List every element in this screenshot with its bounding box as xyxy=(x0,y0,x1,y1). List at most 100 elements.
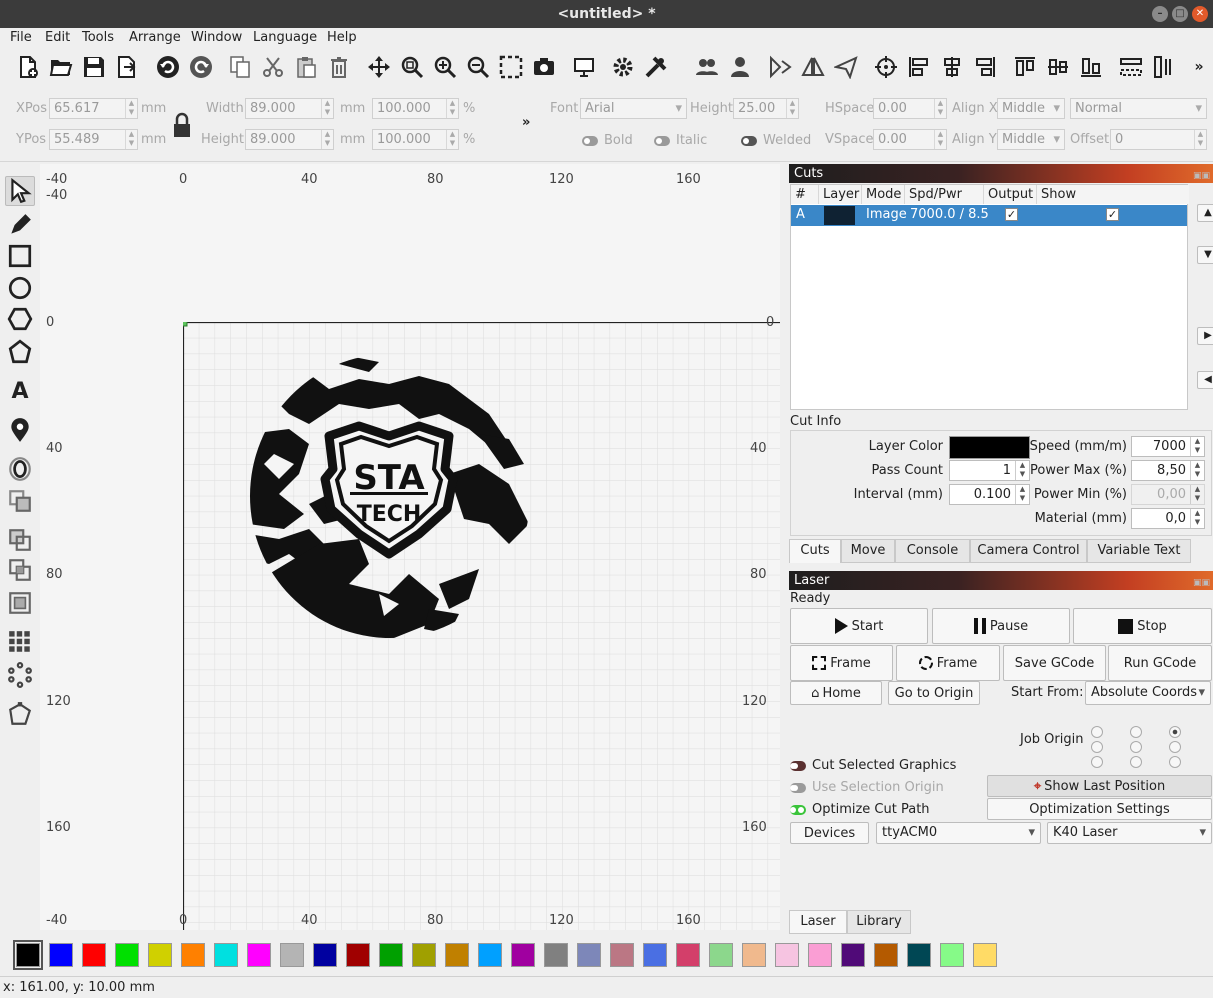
show-checkbox[interactable]: ✓ xyxy=(1106,208,1119,221)
frame-selection-icon[interactable] xyxy=(497,53,525,81)
offset-tool-icon[interactable] xyxy=(5,454,35,484)
col-header[interactable]: Output xyxy=(984,185,1037,204)
device-select[interactable]: K40 Laser xyxy=(1047,822,1212,844)
interval-field[interactable]: 0.100 ▲ ▼ xyxy=(949,484,1030,505)
dock-controls-icon[interactable]: ▣▣ xyxy=(1193,167,1210,186)
lock-ratio-icon[interactable] xyxy=(172,112,192,142)
power-max-field[interactable]: 8,50 ▲ ▼ xyxy=(1131,460,1205,481)
mirror-horizontal-icon[interactable] xyxy=(766,53,794,81)
palette-swatch[interactable] xyxy=(841,943,865,967)
maximize-icon[interactable]: □ xyxy=(1172,6,1188,22)
layer-color-button[interactable] xyxy=(949,436,1030,459)
alignx-select[interactable]: Middle xyxy=(997,98,1065,119)
bold-toggle[interactable] xyxy=(582,136,598,146)
optimization-settings-button[interactable]: Optimization Settings xyxy=(987,798,1212,820)
cut-icon[interactable] xyxy=(259,53,287,81)
table-row[interactable]: A Image 7000.0 / 8.5 ✓ ✓ xyxy=(791,205,1187,226)
monitor-icon[interactable] xyxy=(570,53,598,81)
offset-field[interactable]: 0 ▲ ▼ xyxy=(1110,129,1207,150)
go-to-origin-button[interactable]: Go to Origin xyxy=(888,681,980,705)
start-button[interactable]: Start xyxy=(790,608,928,644)
job-origin-radio[interactable] xyxy=(1091,726,1103,738)
delete-icon[interactable] xyxy=(325,53,353,81)
stop-button[interactable]: Stop xyxy=(1073,608,1212,644)
boolean-union-icon[interactable] xyxy=(5,486,35,516)
palette-swatch[interactable] xyxy=(577,943,601,967)
palette-swatch[interactable] xyxy=(610,943,634,967)
col-header[interactable]: Spd/Pwr xyxy=(905,185,984,204)
align-bottom-icon[interactable] xyxy=(1077,53,1105,81)
distribute-horizontal-icon[interactable] xyxy=(1117,53,1145,81)
pass-count-field[interactable]: 1 ▲ ▼ xyxy=(949,460,1030,481)
paste-icon[interactable] xyxy=(292,53,320,81)
save-icon[interactable] xyxy=(80,53,108,81)
job-origin-radio[interactable] xyxy=(1169,741,1181,753)
optimize-cut-path-toggle[interactable] xyxy=(790,805,806,815)
ellipse-tool-icon[interactable] xyxy=(5,273,35,303)
open-folder-icon[interactable] xyxy=(47,53,75,81)
height-percent-field[interactable]: 100.000 ▲ ▼ xyxy=(372,129,459,150)
save-gcode-button[interactable]: Save GCode xyxy=(1003,645,1106,681)
col-header[interactable]: Show xyxy=(1037,185,1189,204)
palette-swatch[interactable] xyxy=(346,943,370,967)
engraving-image[interactable]: STA TECH xyxy=(249,354,533,640)
palette-swatch[interactable] xyxy=(181,943,205,967)
xpos-field[interactable]: 65.617 ▲ ▼ xyxy=(49,98,138,119)
palette-swatch[interactable] xyxy=(676,943,700,967)
font-select[interactable]: Arial xyxy=(580,98,687,119)
menu-language[interactable]: Language xyxy=(253,30,317,45)
tab-move[interactable]: Move xyxy=(841,539,895,563)
hspace-field[interactable]: 0.00 ▲ ▼ xyxy=(873,98,947,119)
palette-swatch[interactable] xyxy=(742,943,766,967)
align-left-icon[interactable] xyxy=(905,53,933,81)
palette-swatch[interactable] xyxy=(148,943,172,967)
polygon-tool-icon[interactable] xyxy=(5,304,35,334)
tab-library[interactable]: Library xyxy=(847,910,911,934)
palette-swatch[interactable] xyxy=(544,943,568,967)
job-origin-radio[interactable] xyxy=(1130,756,1142,768)
palette-swatch[interactable] xyxy=(445,943,469,967)
pen-tool-icon[interactable] xyxy=(5,210,35,240)
new-file-icon[interactable] xyxy=(14,53,42,81)
palette-swatch[interactable] xyxy=(643,943,667,967)
menu-window[interactable]: Window xyxy=(191,30,242,45)
menu-arrange[interactable]: Arrange xyxy=(129,30,181,45)
tab-laser[interactable]: Laser xyxy=(789,910,847,934)
devices-button[interactable]: Devices xyxy=(790,822,869,844)
mirror-vertical-icon[interactable] xyxy=(799,53,827,81)
circular-array-icon[interactable] xyxy=(5,660,35,690)
close-icon[interactable]: ✕ xyxy=(1192,6,1208,22)
job-origin-radio[interactable] xyxy=(1130,726,1142,738)
run-gcode-button[interactable]: Run GCode xyxy=(1108,645,1212,681)
palette-swatch[interactable] xyxy=(313,943,337,967)
text-style-select[interactable]: Normal xyxy=(1070,98,1207,119)
select-tool-icon[interactable] xyxy=(5,176,35,206)
tab-cuts[interactable]: Cuts xyxy=(789,539,841,563)
tab-variable-text[interactable]: Variable Text xyxy=(1087,539,1191,563)
palette-swatch[interactable] xyxy=(907,943,931,967)
home-button[interactable]: ⌂ Home xyxy=(790,681,882,705)
tab-console[interactable]: Console xyxy=(895,539,970,563)
welded-toggle[interactable] xyxy=(741,136,757,146)
width-percent-field[interactable]: 100.000 ▲ ▼ xyxy=(372,98,459,119)
minimize-icon[interactable]: – xyxy=(1152,6,1168,22)
palette-swatch[interactable] xyxy=(511,943,535,967)
menu-file[interactable]: File xyxy=(10,30,32,45)
palette-swatch[interactable] xyxy=(115,943,139,967)
vspace-field[interactable]: 0.00 ▲ ▼ xyxy=(873,129,947,150)
job-origin-radio-selected[interactable] xyxy=(1169,726,1181,738)
width-field[interactable]: 89.000 ▲ ▼ xyxy=(245,98,334,119)
menu-help[interactable]: Help xyxy=(327,30,357,45)
material-field[interactable]: 0,0 ▲ ▼ xyxy=(1131,508,1205,529)
palette-swatch[interactable] xyxy=(412,943,436,967)
weld-tool-icon[interactable] xyxy=(5,588,35,618)
power-min-field[interactable]: 0,00 ▲ ▼ xyxy=(1131,484,1205,505)
boolean-subtract-icon[interactable] xyxy=(5,525,35,555)
speed-field[interactable]: 7000 ▲ ▼ xyxy=(1131,436,1205,457)
move-icon[interactable] xyxy=(365,53,393,81)
undo-icon[interactable] xyxy=(154,53,182,81)
frame-rect-button[interactable]: Frame xyxy=(790,645,893,681)
tab-camera-control[interactable]: Camera Control xyxy=(970,539,1087,563)
job-origin-radio[interactable] xyxy=(1169,756,1181,768)
menu-edit[interactable]: Edit xyxy=(45,30,70,45)
